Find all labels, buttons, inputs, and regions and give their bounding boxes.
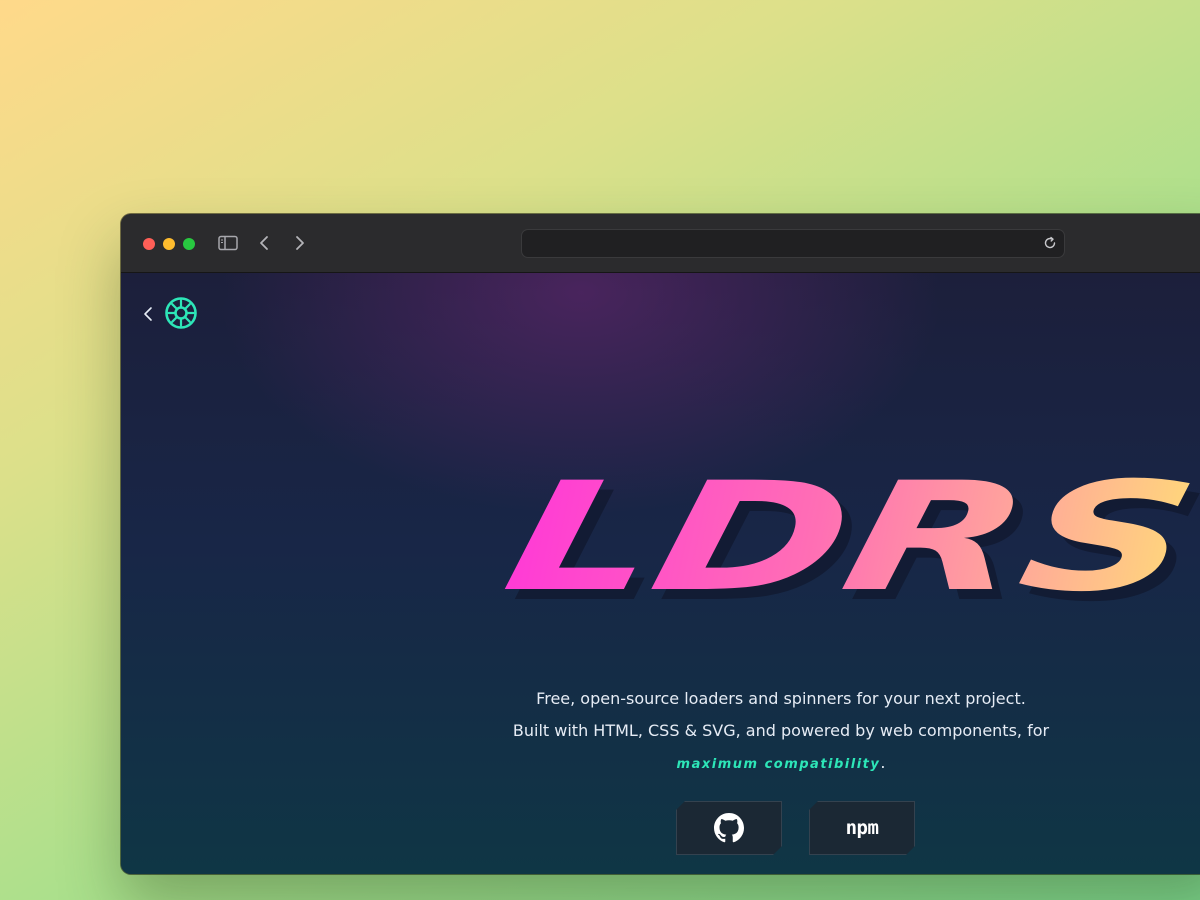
npm-label: npm — [845, 817, 879, 839]
reload-icon[interactable] — [1043, 236, 1057, 250]
tagline-line-2: Built with HTML, CSS & SVG, and powered … — [512, 721, 1050, 740]
browser-window: LDRS LDRS Free, open-source loaders and … — [121, 214, 1200, 874]
page-content: LDRS LDRS Free, open-source loaders and … — [121, 273, 1200, 874]
tagline-line-3: maximum compatibility. — [501, 747, 1061, 781]
hero-title: LDRS LDRS — [492, 450, 1200, 623]
chevron-right-icon[interactable] — [291, 232, 309, 254]
hero-title-text: LDRS — [492, 450, 1200, 623]
back-chevron-icon[interactable] — [141, 305, 155, 323]
chevron-left-icon[interactable] — [255, 232, 273, 254]
github-button[interactable] — [676, 801, 782, 855]
close-window-button[interactable] — [143, 238, 155, 250]
tagline-end: . — [880, 753, 886, 772]
ldrs-logo-icon[interactable] — [164, 296, 198, 330]
npm-button[interactable]: npm — [809, 801, 915, 855]
browser-toolbar — [121, 214, 1200, 273]
tagline: Free, open-source loaders and spinners f… — [501, 683, 1061, 781]
minimize-window-button[interactable] — [163, 238, 175, 250]
tagline-line-1: Free, open-source loaders and spinners f… — [536, 689, 1026, 708]
address-bar[interactable] — [521, 229, 1065, 258]
sidebar-icon[interactable] — [217, 232, 239, 254]
github-icon — [714, 813, 744, 843]
tagline-accent: maximum compatibility — [676, 757, 881, 772]
maximize-window-button[interactable] — [183, 238, 195, 250]
